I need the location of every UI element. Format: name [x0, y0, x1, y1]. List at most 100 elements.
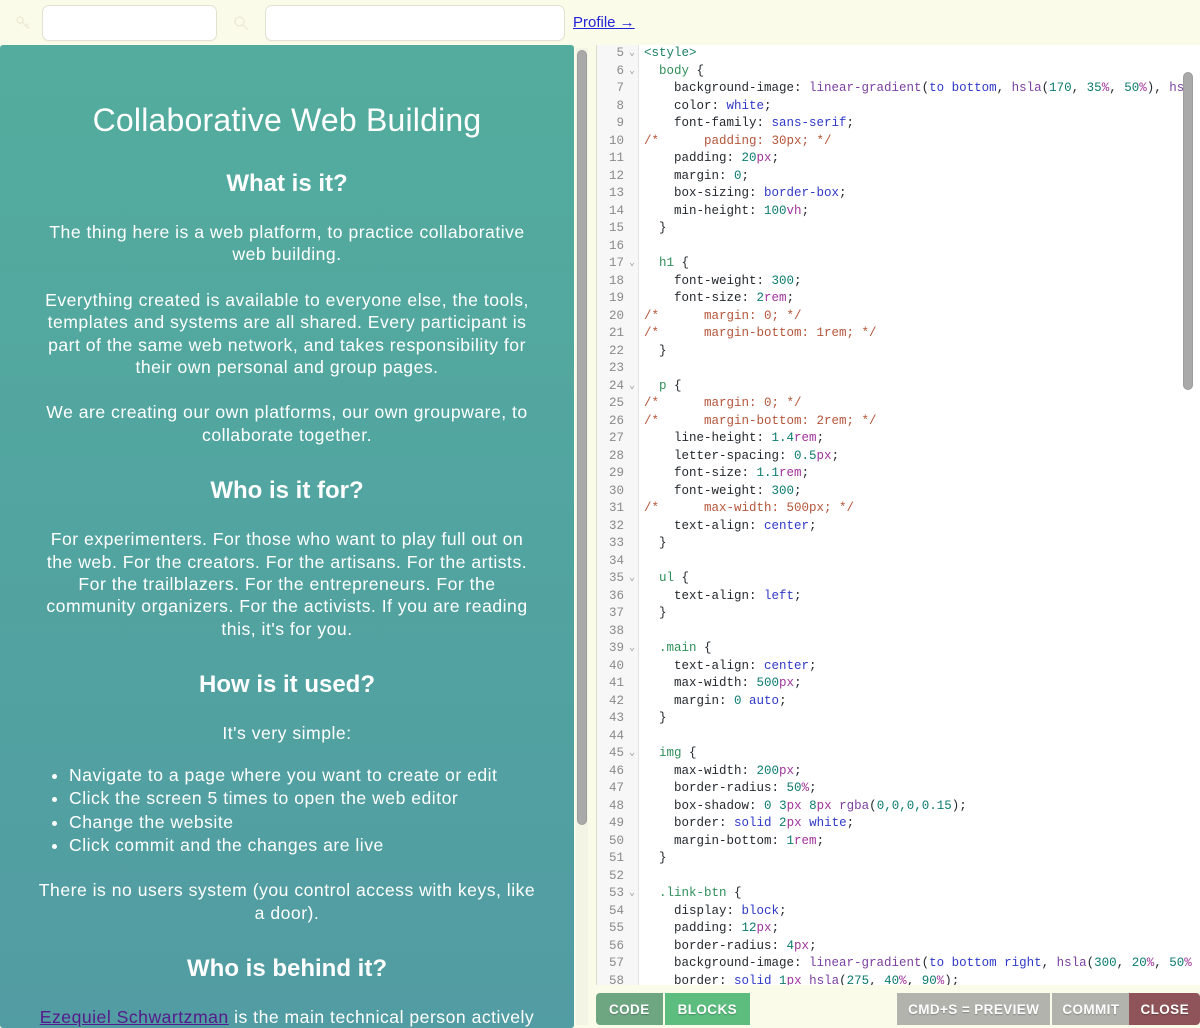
code-line[interactable]: body { — [640, 63, 1200, 81]
chevron-down-icon[interactable]: ⌄ — [629, 45, 635, 63]
code-line[interactable]: letter-spacing: 0.5px; — [640, 448, 1200, 466]
editor-scrollbar-thumb[interactable] — [1183, 72, 1193, 390]
code-line[interactable]: display: block; — [640, 903, 1200, 921]
code-line[interactable]: background-image: linear-gradient(to bot… — [640, 955, 1200, 973]
gutter-line-number: 32 — [608, 518, 624, 533]
code-line[interactable]: /* margin: 0; */ — [640, 395, 1200, 413]
heading-what-is-it: What is it? — [226, 170, 348, 197]
editor-code-area[interactable]: <style> body { background-image: linear-… — [640, 45, 1200, 985]
code-line[interactable]: margin: 0; — [640, 168, 1200, 186]
code-line[interactable]: padding: 12px; — [640, 920, 1200, 938]
chevron-down-icon[interactable]: ⌄ — [629, 640, 635, 658]
link-ezequiel-schwartzman[interactable]: Ezequiel Schwartzman — [40, 1007, 229, 1027]
preview-scrollbar[interactable] — [576, 48, 588, 1025]
code-line[interactable]: padding: 20px; — [640, 150, 1200, 168]
code-line[interactable]: font-weight: 300; — [640, 483, 1200, 501]
preview-main-content: Collaborative Web Building What is it? T… — [37, 45, 537, 1028]
preview-panel: Collaborative Web Building What is it? T… — [0, 45, 588, 1028]
code-line[interactable]: color: white; — [640, 98, 1200, 116]
tab-blocks[interactable]: BLOCKS — [664, 993, 751, 1025]
editor-toolbar: CODE BLOCKS CMD+S = PREVIEW COMMIT CLOSE — [596, 993, 1200, 1025]
paragraph-who-for: For experimenters. For those who want to… — [46, 529, 528, 639]
code-line[interactable]: text-align: center; — [640, 518, 1200, 536]
code-line[interactable]: } — [640, 535, 1200, 553]
code-line[interactable] — [640, 623, 1200, 641]
code-line[interactable]: .link-btn { — [640, 885, 1200, 903]
gutter-line-number: 55 — [608, 921, 624, 935]
gutter-line-number: 57 — [608, 956, 624, 970]
search-input[interactable] — [265, 4, 565, 41]
code-line[interactable]: font-size: 2rem; — [640, 290, 1200, 308]
code-editor[interactable]: 5 ⌄ 6 ⌄ 7 8 9 10 11 12 13 14 15 16 17 ⌄ 18 19 20 21 22 23 24 ⌄ 2… — [596, 45, 1200, 985]
code-line[interactable]: } — [640, 220, 1200, 238]
close-button[interactable]: CLOSE — [1129, 993, 1200, 1025]
code-line[interactable]: } — [640, 710, 1200, 728]
profile-link[interactable]: Profile → — [573, 14, 635, 31]
chevron-down-icon[interactable]: ⌄ — [629, 745, 635, 763]
gutter-line-number: 18 — [608, 273, 624, 288]
chevron-down-icon[interactable]: ⌄ — [629, 570, 635, 588]
preview-scrollbar-thumb[interactable] — [577, 50, 587, 825]
code-line[interactable]: img { — [640, 745, 1200, 763]
how-steps-list: Navigate to a page where you want to cre… — [37, 764, 537, 857]
code-line[interactable] — [640, 728, 1200, 746]
code-line[interactable] — [640, 360, 1200, 378]
code-line[interactable]: /* padding: 30px; */ — [640, 133, 1200, 151]
code-line[interactable] — [640, 868, 1200, 886]
code-line[interactable] — [640, 553, 1200, 571]
code-line[interactable]: /* margin: 0; */ — [640, 308, 1200, 326]
gutter-line-number: 36 — [608, 588, 624, 603]
code-line[interactable]: ul { — [640, 570, 1200, 588]
code-line[interactable]: font-size: 1.1rem; — [640, 465, 1200, 483]
code-line[interactable]: .main { — [640, 640, 1200, 658]
code-line[interactable]: } — [640, 605, 1200, 623]
code-line[interactable]: border: solid 2px white; — [640, 815, 1200, 833]
code-line[interactable]: background-image: linear-gradient(to bot… — [640, 80, 1200, 98]
code-line[interactable]: h1 { — [640, 255, 1200, 273]
page-title: Collaborative Web Building — [92, 102, 482, 138]
editor-scrollbar[interactable] — [1182, 45, 1194, 985]
code-line[interactable]: box-sizing: border-box; — [640, 185, 1200, 203]
tab-code[interactable]: CODE — [596, 993, 663, 1025]
key-input[interactable] — [42, 4, 217, 41]
code-line[interactable]: margin: 0 auto; — [640, 693, 1200, 711]
code-line[interactable]: border-radius: 4px; — [640, 938, 1200, 956]
gutter-line-number: 44 — [608, 728, 624, 743]
code-line[interactable]: font-family: sans-serif; — [640, 115, 1200, 133]
search-icon-wrapper — [217, 8, 265, 38]
preview-hint-button[interactable]: CMD+S = PREVIEW — [897, 993, 1051, 1025]
code-line[interactable]: } — [640, 850, 1200, 868]
code-line[interactable]: border: solid 1px hsla(275, 40%, 90%); — [640, 973, 1200, 986]
code-line[interactable]: max-width: 500px; — [640, 675, 1200, 693]
gutter-line-number: 20 — [608, 308, 624, 323]
list-item: Click commit and the changes are live — [69, 834, 537, 856]
gutter-line-number: 22 — [608, 343, 624, 358]
code-line[interactable]: } — [640, 343, 1200, 361]
code-line[interactable]: box-shadow: 0 3px 8px rgba(0,0,0,0.15); — [640, 798, 1200, 816]
code-line[interactable]: font-weight: 300; — [640, 273, 1200, 291]
chevron-down-icon[interactable]: ⌄ — [629, 255, 635, 273]
code-line[interactable]: /* margin-bottom: 1rem; */ — [640, 325, 1200, 343]
code-line[interactable]: /* max-width: 500px; */ — [640, 500, 1200, 518]
code-line[interactable]: border-radius: 50%; — [640, 780, 1200, 798]
paragraph-what-2: Everything created is available to every… — [45, 289, 529, 378]
code-line[interactable]: p { — [640, 378, 1200, 396]
gutter-line-number: 45 ⌄ — [597, 745, 638, 763]
gutter-line-number: 14 — [608, 203, 624, 218]
code-line[interactable]: text-align: center; — [640, 658, 1200, 676]
chevron-down-icon[interactable]: ⌄ — [629, 378, 635, 396]
commit-button[interactable]: COMMIT — [1052, 993, 1130, 1025]
paragraph-how-intro: It's very simple: — [222, 723, 352, 744]
code-line[interactable]: line-height: 1.4rem; — [640, 430, 1200, 448]
code-line[interactable]: margin-bottom: 1rem; — [640, 833, 1200, 851]
gutter-line-number: 33 — [608, 536, 624, 550]
code-line[interactable] — [640, 238, 1200, 256]
code-line[interactable]: min-height: 100vh; — [640, 203, 1200, 221]
code-line[interactable]: text-align: left; — [640, 588, 1200, 606]
chevron-down-icon[interactable]: ⌄ — [629, 885, 635, 903]
gutter-line-number: 49 — [608, 816, 624, 830]
code-line[interactable]: <style> — [640, 45, 1200, 63]
code-line[interactable]: /* margin-bottom: 2rem; */ — [640, 413, 1200, 431]
chevron-down-icon[interactable]: ⌄ — [629, 63, 635, 81]
code-line[interactable]: max-width: 200px; — [640, 763, 1200, 781]
